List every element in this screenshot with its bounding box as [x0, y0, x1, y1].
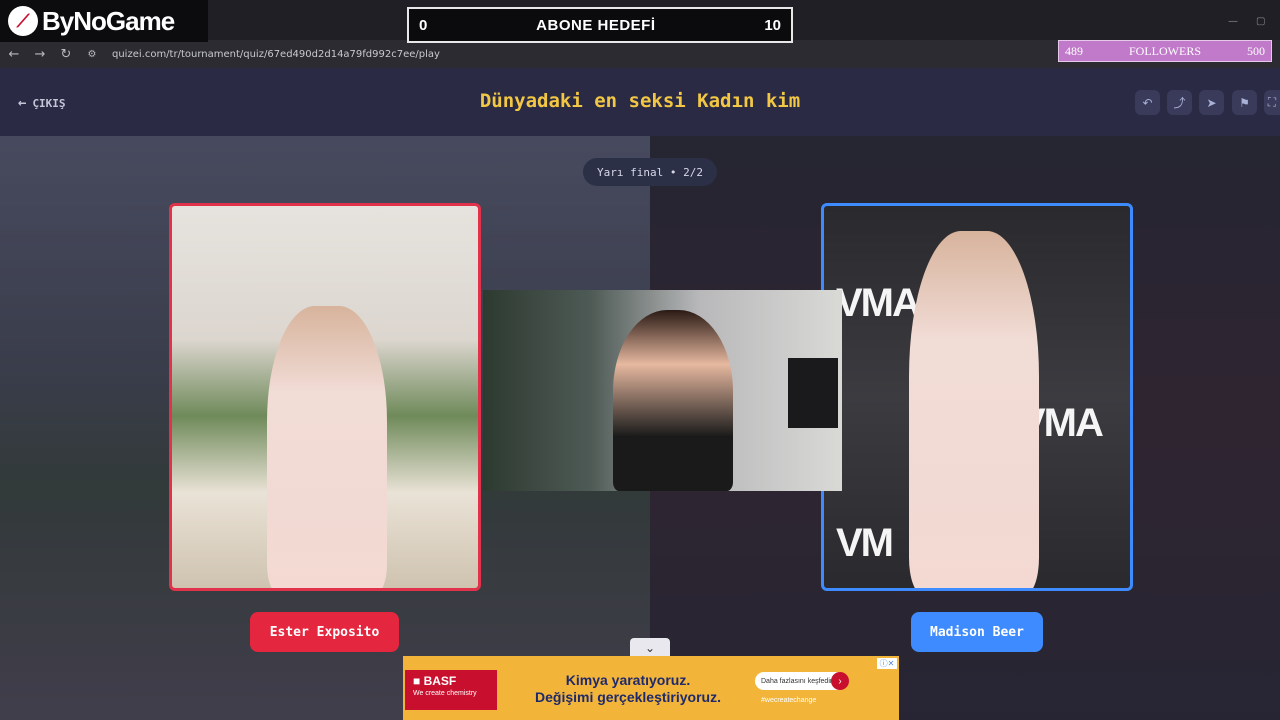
right-choice-button[interactable]: Madison Beer [911, 612, 1043, 652]
arrow-right-icon[interactable]: → [28, 42, 52, 66]
ad-cta-button[interactable]: Daha fazlasını keşfedin › [755, 672, 849, 690]
ad-line-1: Kimya yaratıyoruz. [565, 672, 691, 688]
tv-shape [788, 358, 838, 428]
stream-brand-logo: ⟋ ByNoGame [0, 0, 208, 42]
basf-logo: ■ BASF We create chemistry [405, 670, 497, 710]
followers-target: 500 [1247, 43, 1265, 58]
minimize-icon[interactable]: — [1228, 16, 1238, 27]
send-icon[interactable]: ➤ [1199, 90, 1224, 115]
left-choice-photo [267, 306, 387, 588]
share-icon[interactable]: ⤴ [1167, 90, 1192, 115]
goal-min: 0 [419, 16, 428, 34]
chevron-down-icon[interactable]: ⌄ [630, 638, 670, 658]
streamer-figure [613, 310, 733, 491]
ad-banner[interactable]: ■ BASF We create chemistry Kimya yaratıy… [403, 656, 899, 720]
site-info-icon[interactable]: ⚙ [80, 42, 104, 66]
ad-headline: Kimya yaratıyoruz. Değişimi gerçekleştir… [503, 672, 753, 706]
goal-max: 10 [764, 16, 781, 34]
ad-info-icon[interactable]: ⓘ✕ [877, 658, 897, 669]
vma-logo-icon: VMA [836, 281, 921, 325]
followers-label: FOLLOWERS [1129, 43, 1201, 58]
ad-line-2: Değişimi gerçekleştiriyoruz. [535, 689, 721, 705]
vma-logo-icon: VM [836, 521, 894, 565]
goal-title: ABONE HEDEFİ [536, 16, 656, 34]
left-choice-button[interactable]: Ester Exposito [250, 612, 399, 652]
left-choice-card[interactable] [169, 203, 481, 591]
brand-name: ByNoGame [42, 5, 175, 36]
chevron-right-icon: › [831, 672, 849, 690]
round-indicator: Yarı final • 2/2 [583, 158, 717, 186]
ad-hashtag: #wecreatechange [761, 697, 817, 704]
followers-goal-widget: 489 FOLLOWERS 500 [1058, 40, 1272, 62]
subscriber-goal-widget: 0 ABONE HEDEFİ 10 [407, 7, 793, 43]
right-choice-card[interactable]: VMA VMA VM [821, 203, 1133, 591]
brand-icon: ⟋ [8, 6, 38, 36]
maximize-icon[interactable]: ▢ [1256, 16, 1265, 27]
ad-brand-sub: We create chemistry [413, 690, 477, 697]
url-field[interactable]: quizei.com/tr/tournament/quiz/67ed490d2d… [112, 49, 440, 60]
fullscreen-icon[interactable]: ⛶ [1264, 90, 1280, 115]
quiz-title: Dünyadaki en seksi Kadın kim [479, 90, 801, 112]
match-stage: Yarı final • 2/2 VMA VMA VM Ester Exposi… [0, 136, 1280, 720]
right-choice-photo [909, 231, 1039, 588]
reload-icon[interactable]: ↻ [54, 42, 78, 66]
streamer-webcam [483, 290, 842, 491]
flag-icon[interactable]: ⚑ [1232, 90, 1257, 115]
ad-cta-label: Daha fazlasını keşfedin [761, 677, 834, 685]
ad-brand: ■ BASF [413, 674, 457, 688]
quiz-header: ← ÇIKIŞ Dünyadaki en seksi Kadın kim ↶ ⤴… [0, 68, 1280, 136]
followers-current: 489 [1065, 43, 1083, 58]
arrow-left-icon[interactable]: ← [2, 42, 26, 66]
undo-icon[interactable]: ↶ [1135, 90, 1160, 115]
